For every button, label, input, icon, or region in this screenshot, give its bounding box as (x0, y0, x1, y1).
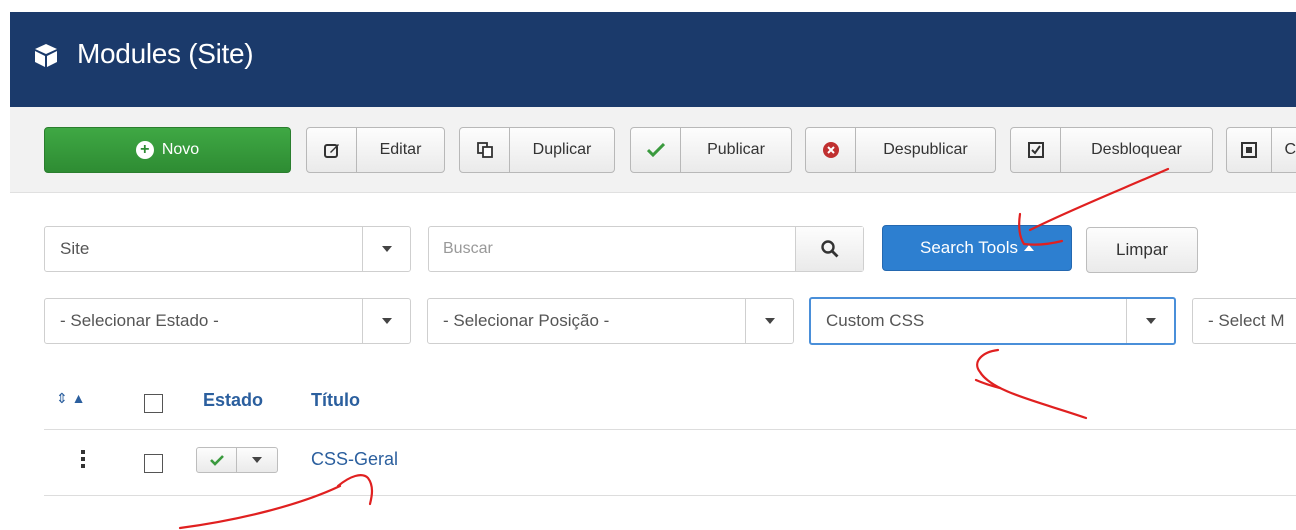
status-dropdown-icon[interactable] (237, 448, 277, 472)
chevron-down-icon (745, 299, 793, 343)
column-header-title[interactable]: Título (311, 390, 360, 411)
copy-icon (460, 128, 510, 172)
chevron-down-icon (362, 299, 410, 343)
caret-up-icon (1023, 245, 1034, 251)
sort-ordering-icon[interactable]: ⇕ ▲ (56, 390, 85, 407)
page-title: Modules (Site) (77, 38, 254, 69)
table-header: ⇕ ▲ Estado Título (44, 378, 1296, 430)
duplicate-button[interactable]: Duplicar (459, 127, 615, 173)
remove-circle-icon (806, 128, 856, 172)
status-toggle (196, 447, 278, 473)
clear-button[interactable]: Limpar (1086, 227, 1198, 273)
edit-icon (307, 128, 357, 172)
check-icon (631, 128, 681, 172)
row-checkbox[interactable] (144, 454, 163, 473)
window-top-strip (0, 0, 1296, 12)
new-button-label: Novo (161, 141, 200, 158)
position-select[interactable]: - Selecionar Posição - (427, 298, 794, 344)
toolbar: + Novo Editar Duplicar Publicar Despubli… (10, 107, 1296, 193)
next-toolbar-button[interactable]: C (1226, 127, 1296, 173)
select-all-checkbox[interactable] (144, 394, 163, 413)
module-title-link[interactable]: CSS-Geral (311, 449, 398, 470)
search-box: Buscar (428, 226, 864, 272)
published-check-icon[interactable] (197, 448, 237, 472)
publish-button[interactable]: Publicar (630, 127, 792, 173)
search-icon (820, 240, 838, 258)
checkbox-checked-icon (1011, 128, 1061, 172)
module-type-select[interactable]: Custom CSS (809, 297, 1176, 345)
new-button[interactable]: + Novo (44, 127, 291, 173)
unpublish-button[interactable]: Despublicar (805, 127, 996, 173)
search-tools-button[interactable]: Search Tools (882, 225, 1072, 271)
search-button[interactable] (795, 227, 863, 271)
edit-button[interactable]: Editar (306, 127, 445, 173)
column-header-status[interactable]: Estado (203, 390, 263, 411)
cube-icon (35, 44, 57, 67)
menu-select[interactable]: - Select M (1192, 298, 1296, 344)
chevron-down-icon (1126, 299, 1174, 343)
state-select[interactable]: - Selecionar Estado - (44, 298, 411, 344)
client-select[interactable]: Site (44, 226, 411, 272)
table-row: CSS-Geral (44, 430, 1296, 496)
plus-circle-icon: + (135, 141, 154, 159)
checkin-button[interactable]: Desbloquear (1010, 127, 1213, 173)
square-icon (1227, 128, 1273, 172)
search-input[interactable]: Buscar (429, 227, 795, 271)
chevron-down-icon (362, 227, 410, 271)
drag-handle-icon[interactable] (81, 450, 85, 468)
